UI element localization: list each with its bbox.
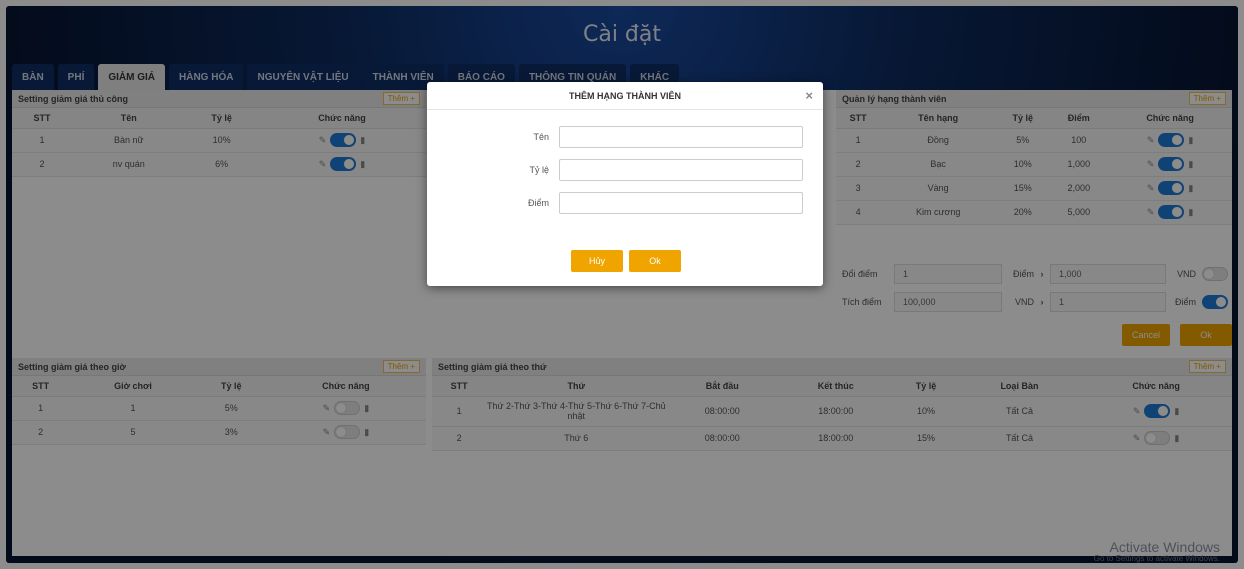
name-label: Tên (533, 132, 549, 142)
points-row: Điểm (427, 192, 803, 214)
rate-input[interactable] (559, 159, 803, 181)
points-input[interactable] (559, 192, 803, 214)
name-row: Tên (427, 126, 803, 148)
cancel-button[interactable]: Hủy (571, 250, 623, 272)
rate-label: Tỷ lệ (529, 165, 549, 175)
add-member-rank-dialog: THÊM HẠNG THÀNH VIÊN × Tên Tỷ lệ Điểm Hủ… (427, 82, 823, 286)
rate-row: Tỷ lệ (427, 159, 803, 181)
points-label: Điểm (527, 198, 549, 208)
name-input[interactable] (559, 126, 803, 148)
close-icon[interactable]: × (805, 88, 813, 103)
ok-button[interactable]: Ok (629, 250, 681, 272)
dialog-title: THÊM HẠNG THÀNH VIÊN (569, 90, 681, 101)
